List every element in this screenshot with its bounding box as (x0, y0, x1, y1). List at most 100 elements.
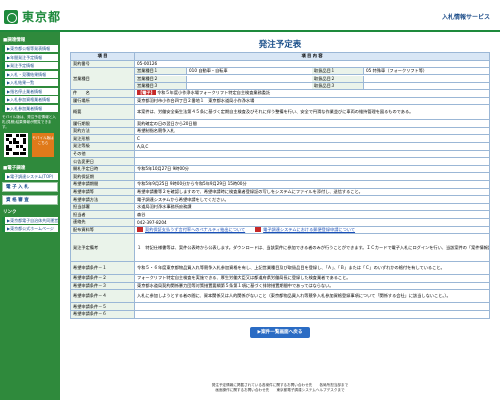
row-label: 開札予定日時 (70, 164, 135, 174)
period-value: 契約確定の日の翌日から20日間 (134, 119, 490, 128)
row-label: 希望申請条件－５ (70, 302, 135, 311)
order-form-value: C (134, 134, 490, 144)
site-title: 入札情報サービス (441, 14, 490, 21)
row-label: 営業種目 (70, 67, 135, 91)
qr-code-icon (4, 132, 28, 157)
sidebar-item-annual-plan[interactable]: ▶年間発注予定情報 (2, 53, 58, 61)
row-label: 契約方法 (70, 126, 135, 136)
ranks-value: A,B,C (134, 142, 490, 151)
method-value: 希望制指名競争入札 (134, 126, 490, 136)
row-label: その他 (70, 149, 135, 159)
sidebar-item-suspended[interactable]: ▶指名停止業者情報 (2, 87, 58, 95)
row-label: 配布資料等 (70, 225, 135, 235)
order-detail-table: 項 目 項 目 内 容 契約番号 05-00126 営業種目 営業種目１ 010… (70, 52, 490, 319)
row-label: 件 名 (70, 89, 135, 98)
sidebar-item-bid-results[interactable]: ▶入札・見積結果情報 (2, 70, 58, 78)
page-title: 発注予定表 (258, 40, 302, 50)
sidebar-section-links: リンク (3, 209, 17, 215)
req4-value: 入札に参加しようとする者の間に、資本関係又は人的関係がないこと（東京都物品買入れ… (134, 289, 490, 304)
row-label: 希望申請条件－４ (70, 289, 135, 304)
req6-value (134, 309, 490, 319)
category-key: 営業種目３ (135, 83, 187, 89)
row-label: 履行期限 (70, 119, 135, 128)
pdf-icon (255, 227, 262, 233)
row-label: 履行場所 (70, 96, 135, 106)
qualification-button[interactable]: 資 格 審 査 (2, 194, 58, 205)
back-to-list-button[interactable]: ▶案件一覧画面へ戻る (250, 326, 310, 338)
footer-helpdesk-line: 画面操作に関するお問い合わせ先 東京都電子調達システムヘルプデスクまで (215, 388, 345, 392)
req2-value: フォークリフト特定自主検査を実施できる、厚生労働大臣又は都道府県労働局長に登録し… (134, 274, 490, 283)
place-value: 東京都羽村市小作台四丁目２番地１ 東京都水道局小作浄水場 (134, 96, 490, 106)
col-header-content: 項 目 内 容 (134, 52, 490, 61)
category-key: 営業種目２ (135, 76, 187, 82)
req1-value: 令和５・６年度東京都物品買入れ等競争入札参加資格を有し、上記営業種目及び取扱品目… (134, 261, 490, 276)
org-name: 東京都 (22, 10, 62, 24)
apply-method-value: 電子調達システムから希望申請をしてください。 (134, 195, 490, 204)
row-label: 発注形態 (70, 134, 135, 144)
header: 東京都 入札情報サービス (0, 0, 500, 30)
main-content: 発注予定表 項 目 項 目 内 容 契約番号 05-00126 営業種目 営業種… (70, 32, 490, 338)
category-value: 010 自動車・自転車 (189, 68, 228, 74)
tokyo-emblem-icon (4, 9, 18, 24)
item-value (364, 76, 489, 81)
sidebar-item-order-plan[interactable]: ▶発注予定情報 (2, 62, 58, 69)
row-label: 公告変更日 (70, 157, 135, 166)
row-label: 契約保証期 (70, 172, 135, 181)
row-label: 発注予定備考 (70, 233, 135, 263)
item-value: 05 特殊車（フォークリフト等） (366, 68, 428, 74)
category-value (187, 83, 312, 88)
category-key: 営業種目１ (135, 68, 187, 74)
attachment-label: 契約保証支払うず言付率へのペナルティ抽出について (145, 226, 246, 232)
row-label: 希望申請期間 (70, 180, 135, 189)
open-datetime-value: 令和5年10月27日 9時00分 (134, 164, 490, 174)
row-label: 概要 (70, 104, 135, 121)
req3-value: 東京都水道局契約関係暴力団等対策措置要綱第５条第１項に基づく排除措置期間中であっ… (134, 281, 490, 291)
row-label: 希望申請方法 (70, 195, 135, 204)
sidebar-item-gazette[interactable]: ▶東京都公報等発表情報 (2, 45, 58, 52)
e-bidding-button[interactable]: 電 子 入 札 (2, 181, 58, 192)
item-value (364, 83, 489, 88)
contact-org-value: 水道局羽村浄水事務所庶務課 (134, 202, 490, 212)
row-label: 希望申請条件－１ (70, 261, 135, 276)
sidebar-item-official-site[interactable]: ▶東京都公式ホームページ (2, 225, 58, 232)
phone-value: 042-397-8204 (134, 218, 490, 227)
contract-number: 05-00126 (134, 59, 490, 69)
item-key: 取扱品目３ (312, 83, 364, 89)
sidebar-item-bid-list[interactable]: ▶入札結果一覧 (2, 79, 58, 86)
row-label: 希望申請条件－３ (70, 281, 135, 291)
announce-date-value (134, 157, 490, 166)
row-label: 契約番号 (70, 59, 135, 69)
sidebar-item-participants[interactable]: ▶入札参加業者情報 (2, 104, 58, 112)
tokyo-logo[interactable]: 東京都 (4, 8, 61, 25)
attachment-link-1[interactable]: 契約保証支払うず言付率へのペナルティ抽出について (137, 227, 245, 233)
row-label: 希望申請条件－６ (70, 309, 135, 319)
apply-period-value: 令和5年9月25日 9時00分から令和5年9月29日 15時00分 (134, 180, 490, 189)
sidebar: ■調達情報 ▶東京都公報等発表情報 ▶年間発注予定情報 ▶発注予定情報 ▶入札・… (0, 32, 60, 400)
col-header-item: 項 目 (70, 52, 135, 61)
sidebar-section-procurement: ■調達情報 (3, 38, 26, 43)
pdf-icon (137, 227, 143, 233)
mobile-note: モバイル版は、発注予定情報と入札(見積)結果情報が閲覧できます。 (2, 114, 56, 129)
other-value (134, 149, 490, 159)
sidebar-item-system-top[interactable]: ▶電子調達システム(TOP) (2, 172, 58, 180)
contract-period-value (134, 172, 490, 181)
subject-text: 令和５年度小作浄水場フォークリフト特定自主検査業務委託 (157, 90, 271, 96)
apply-conditions-value: 希望申請書等２を確認しますので、希望申請時に検査業者登録証の写しをシステムにファ… (134, 187, 490, 197)
row-label: 発注等級 (70, 142, 135, 151)
item-key: 取扱品目２ (312, 76, 364, 82)
footer: 発注予定情報に掲載されている各案件に関するお問い合わせ先 各局所担当部まで 画面… (70, 383, 490, 393)
conditions-value: １ 特記仕様書等は、案件公表時から公表します。ダウンロードは、当該案件に参加でき… (134, 233, 490, 263)
category-value (187, 76, 312, 81)
sidebar-item-joint-operation[interactable]: ▶東京都電子自治体共同運営 (2, 216, 58, 224)
row-label: 希望申請条件－２ (70, 274, 135, 283)
row-label: 連絡先 (70, 218, 135, 227)
row-label: 希望申請等 (70, 187, 135, 197)
mobile-version-link[interactable]: モバイル版はこちら (32, 132, 54, 157)
item-key: 取扱品目１ (312, 68, 364, 74)
attachment-label: 電子調達システムにおける郵便登録申請について (263, 226, 356, 232)
sidebar-section-e-procurement: ■電子調達 (3, 165, 26, 171)
summary-value: 本案件は、労働安全衛生法第４５条に基づく定期自主検査及びそれに伴う整備を行い、安… (134, 104, 490, 121)
contact-person-value: 森谷 (134, 210, 490, 219)
attachment-link-2[interactable]: 電子調達システムにおける郵便登録申請について (255, 227, 355, 233)
sidebar-item-qualified[interactable]: ▶入札参加資格業者情報 (2, 96, 58, 103)
